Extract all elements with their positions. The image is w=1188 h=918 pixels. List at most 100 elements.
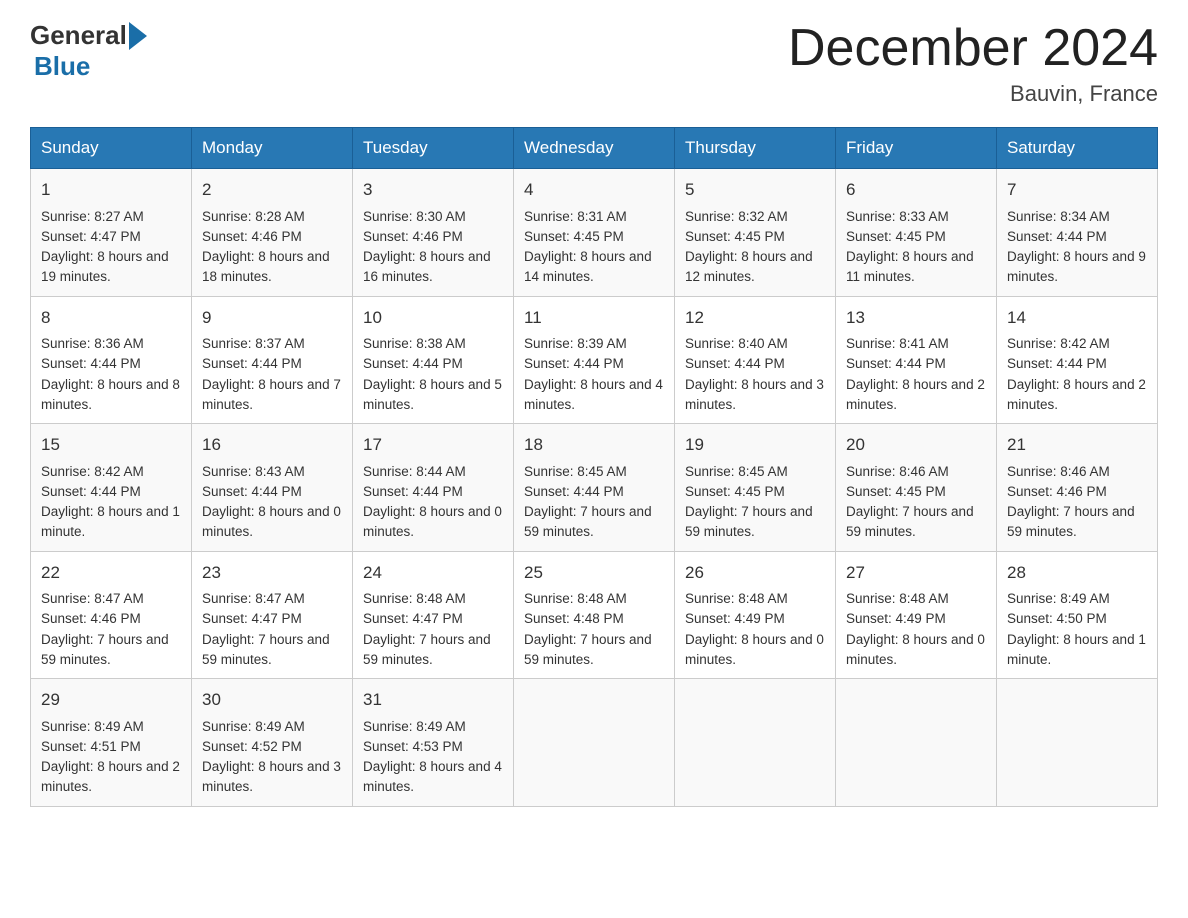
day-number: 19 [685,432,825,458]
day-number: 4 [524,177,664,203]
day-info: Sunrise: 8:34 AMSunset: 4:44 PMDaylight:… [1007,207,1147,288]
calendar-cell [836,679,997,807]
day-info: Sunrise: 8:45 AMSunset: 4:45 PMDaylight:… [685,462,825,543]
month-title: December 2024 [788,20,1158,77]
calendar-cell: 17 Sunrise: 8:44 AMSunset: 4:44 PMDayligh… [353,424,514,552]
calendar-cell: 1Sunrise: 8:27 AMSunset: 4:47 PMDaylight… [31,169,192,297]
calendar-cell: 23Sunrise: 8:47 AMSunset: 4:47 PMDayligh… [192,551,353,679]
day-info: Sunrise: 8:31 AMSunset: 4:45 PMDaylight:… [524,207,664,288]
calendar-cell: 29 Sunrise: 8:49 AMSunset: 4:51 PMDayligh… [31,679,192,807]
day-info: Sunrise: 8:42 AMSunset: 4:44 PMDaylight:… [1007,334,1147,415]
calendar-cell [675,679,836,807]
calendar-cell: 18Sunrise: 8:45 AMSunset: 4:44 PMDayligh… [514,424,675,552]
day-info: Sunrise: 8:42 AMSunset: 4:44 PMDaylight:… [41,462,181,543]
calendar-cell: 4 Sunrise: 8:31 AMSunset: 4:45 PMDaylight… [514,169,675,297]
day-number: 9 [202,305,342,331]
day-info: Sunrise: 8:38 AMSunset: 4:44 PMDaylight:… [363,334,503,415]
day-number: 5 [685,177,825,203]
day-number: 26 [685,560,825,586]
day-number: 21 [1007,432,1147,458]
day-number: 6 [846,177,986,203]
calendar-cell: 19 Sunrise: 8:45 AMSunset: 4:45 PMDayligh… [675,424,836,552]
logo-general-text: General [30,20,127,51]
day-info: Sunrise: 8:43 AMSunset: 4:44 PMDaylight:… [202,462,342,543]
day-info: Sunrise: 8:48 AMSunset: 4:48 PMDaylight:… [524,589,664,670]
day-info: Sunrise: 8:49 AMSunset: 4:51 PMDaylight:… [41,717,181,798]
calendar-cell: 16Sunrise: 8:43 AMSunset: 4:44 PMDayligh… [192,424,353,552]
day-info: Sunrise: 8:45 AMSunset: 4:44 PMDaylight:… [524,462,664,543]
day-info: Sunrise: 8:47 AMSunset: 4:46 PMDaylight:… [41,589,181,670]
day-number: 20 [846,432,986,458]
calendar-cell: 26 Sunrise: 8:48 AMSunset: 4:49 PMDayligh… [675,551,836,679]
day-number: 14 [1007,305,1147,331]
header-tuesday: Tuesday [353,128,514,169]
calendar-cell [514,679,675,807]
day-number: 12 [685,305,825,331]
calendar-week-2: 8 Sunrise: 8:36 AMSunset: 4:44 PMDaylight… [31,296,1158,424]
day-info: Sunrise: 8:36 AMSunset: 4:44 PMDaylight:… [41,334,181,415]
header-wednesday: Wednesday [514,128,675,169]
day-number: 8 [41,305,181,331]
title-area: December 2024 Bauvin, France [788,20,1158,107]
day-number: 11 [524,305,664,331]
day-info: Sunrise: 8:39 AMSunset: 4:44 PMDaylight:… [524,334,664,415]
day-number: 28 [1007,560,1147,586]
logo-blue-text: Blue [34,51,147,82]
day-number: 29 [41,687,181,713]
logo: General Blue [30,20,147,82]
day-number: 31 [363,687,503,713]
day-number: 27 [846,560,986,586]
calendar-week-5: 29 Sunrise: 8:49 AMSunset: 4:51 PMDayligh… [31,679,1158,807]
logo-arrow-icon [129,22,147,50]
calendar-cell: 13Sunrise: 8:41 AMSunset: 4:44 PMDayligh… [836,296,997,424]
day-number: 25 [524,560,664,586]
calendar-cell: 8 Sunrise: 8:36 AMSunset: 4:44 PMDaylight… [31,296,192,424]
location-title: Bauvin, France [788,81,1158,107]
calendar-cell: 3Sunrise: 8:30 AMSunset: 4:46 PMDaylight… [353,169,514,297]
calendar-cell [997,679,1158,807]
day-number: 1 [41,177,181,203]
day-info: Sunrise: 8:48 AMSunset: 4:49 PMDaylight:… [685,589,825,670]
calendar-cell: 21 Sunrise: 8:46 AMSunset: 4:46 PMDayligh… [997,424,1158,552]
calendar-table: SundayMondayTuesdayWednesdayThursdayFrid… [30,127,1158,807]
header-saturday: Saturday [997,128,1158,169]
day-info: Sunrise: 8:33 AMSunset: 4:45 PMDaylight:… [846,207,986,288]
calendar-cell: 15 Sunrise: 8:42 AMSunset: 4:44 PMDayligh… [31,424,192,552]
day-info: Sunrise: 8:32 AMSunset: 4:45 PMDaylight:… [685,207,825,288]
calendar-header-row: SundayMondayTuesdayWednesdayThursdayFrid… [31,128,1158,169]
day-info: Sunrise: 8:46 AMSunset: 4:46 PMDaylight:… [1007,462,1147,543]
calendar-cell: 14 Sunrise: 8:42 AMSunset: 4:44 PMDayligh… [997,296,1158,424]
calendar-cell: 10 Sunrise: 8:38 AMSunset: 4:44 PMDayligh… [353,296,514,424]
day-number: 7 [1007,177,1147,203]
page-header: General Blue December 2024 Bauvin, Franc… [30,20,1158,107]
day-info: Sunrise: 8:47 AMSunset: 4:47 PMDaylight:… [202,589,342,670]
day-info: Sunrise: 8:48 AMSunset: 4:49 PMDaylight:… [846,589,986,670]
day-info: Sunrise: 8:37 AMSunset: 4:44 PMDaylight:… [202,334,342,415]
day-number: 17 [363,432,503,458]
header-monday: Monday [192,128,353,169]
day-info: Sunrise: 8:44 AMSunset: 4:44 PMDaylight:… [363,462,503,543]
calendar-cell: 25 Sunrise: 8:48 AMSunset: 4:48 PMDayligh… [514,551,675,679]
calendar-week-4: 22 Sunrise: 8:47 AMSunset: 4:46 PMDayligh… [31,551,1158,679]
day-info: Sunrise: 8:41 AMSunset: 4:44 PMDaylight:… [846,334,986,415]
day-number: 22 [41,560,181,586]
calendar-cell: 5 Sunrise: 8:32 AMSunset: 4:45 PMDaylight… [675,169,836,297]
day-number: 30 [202,687,342,713]
day-info: Sunrise: 8:49 AMSunset: 4:50 PMDaylight:… [1007,589,1147,670]
header-sunday: Sunday [31,128,192,169]
calendar-cell: 20Sunrise: 8:46 AMSunset: 4:45 PMDayligh… [836,424,997,552]
calendar-cell: 27 Sunrise: 8:48 AMSunset: 4:49 PMDayligh… [836,551,997,679]
calendar-week-3: 15 Sunrise: 8:42 AMSunset: 4:44 PMDayligh… [31,424,1158,552]
header-thursday: Thursday [675,128,836,169]
day-number: 10 [363,305,503,331]
calendar-cell: 6 Sunrise: 8:33 AMSunset: 4:45 PMDaylight… [836,169,997,297]
header-friday: Friday [836,128,997,169]
day-number: 15 [41,432,181,458]
day-number: 3 [363,177,503,203]
calendar-cell: 7 Sunrise: 8:34 AMSunset: 4:44 PMDaylight… [997,169,1158,297]
calendar-cell: 11 Sunrise: 8:39 AMSunset: 4:44 PMDayligh… [514,296,675,424]
calendar-cell: 22 Sunrise: 8:47 AMSunset: 4:46 PMDayligh… [31,551,192,679]
calendar-cell: 28 Sunrise: 8:49 AMSunset: 4:50 PMDayligh… [997,551,1158,679]
day-info: Sunrise: 8:28 AMSunset: 4:46 PMDaylight:… [202,207,342,288]
calendar-cell: 24Sunrise: 8:48 AMSunset: 4:47 PMDayligh… [353,551,514,679]
